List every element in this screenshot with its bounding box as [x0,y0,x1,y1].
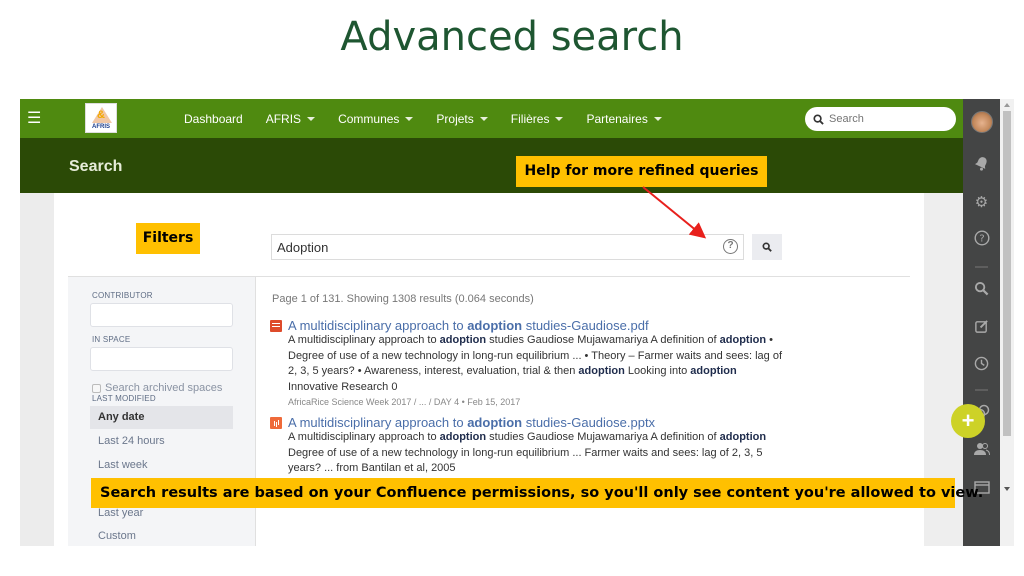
result-breadcrumb[interactable]: AfricaRice Science Week 2017 / ... / DAY… [288,397,792,407]
notification-icon[interactable] [963,156,1000,175]
in-space-input[interactable] [90,347,233,371]
people-icon[interactable] [963,442,1000,460]
create-fab-button[interactable]: + [951,404,985,438]
page-title: Search [69,158,123,175]
search-query-input[interactable] [272,239,712,255]
search-icon [762,242,772,252]
search-icon[interactable] [963,281,1000,300]
search-archived-spaces[interactable]: Search archived spaces [92,382,222,394]
avatar[interactable] [971,111,993,133]
nav-afris[interactable]: AFRIS [265,111,316,126]
date-option-custom[interactable]: Custom [90,525,233,546]
right-sidebar: ⚙ ? [963,99,1000,546]
chevron-down-icon [653,116,662,121]
scroll-up-arrow[interactable] [1004,103,1010,107]
search-submit-button[interactable] [752,234,782,260]
result-title-text: A multidisciplinary approach to adoption… [288,415,656,430]
pdf-file-icon [270,319,282,332]
result-title-link[interactable]: A multidisciplinary approach to adoption… [270,415,792,430]
results-list: A multidisciplinary approach to adoption… [270,318,792,489]
scroll-down-arrow[interactable] [1004,487,1010,491]
pptx-file-icon [270,416,282,429]
question-circle-icon[interactable]: ? [723,239,738,254]
nav-dashboard[interactable]: Dashboard [184,112,243,126]
in-space-label: IN SPACE [92,335,131,344]
result-title-link[interactable]: A multidisciplinary approach to adoption… [270,318,792,333]
recent-icon[interactable] [963,356,1000,375]
logo-ampersand: & [97,109,105,121]
search-query-field[interactable]: ? [271,234,744,260]
search-results: Page 1 of 131. Showing 1308 results (0.0… [270,293,792,497]
slide-title: Advanced search [340,14,684,60]
last-modified-label: LAST MODIFIED [92,394,156,403]
nav-dashboard-label: Dashboard [184,111,243,126]
contributor-label: CONTRIBUTOR [92,291,153,300]
contributor-input[interactable] [90,303,233,327]
chevron-down-icon [479,116,488,121]
global-search[interactable] [805,107,956,131]
nav-filieres-label: Filières [510,111,550,126]
result-snippet: A multidisciplinary approach to adoption… [288,334,783,393]
global-search-input[interactable] [829,113,949,125]
result-snippet: A multidisciplinary approach to adoption… [288,431,767,474]
settings-icon[interactable]: ⚙ [963,193,1000,211]
page-scrollbar[interactable] [1000,99,1014,546]
chevron-down-icon [307,116,316,121]
help-callout: Help for more refined queries [516,156,767,187]
svg-text:?: ? [979,234,984,245]
help-icon[interactable]: ? [963,230,1000,250]
date-option-24h[interactable]: Last 24 hours [90,430,233,453]
nav-filieres[interactable]: Filières [511,112,564,126]
nav-partenaires[interactable]: Partenaires [586,111,662,126]
afris-logo[interactable]: & AFRIS [85,103,117,133]
nav-communes[interactable]: Communes [338,111,414,126]
archived-checkbox[interactable] [92,383,101,393]
scroll-thumb[interactable] [1003,111,1011,436]
filters-callout: Filters [136,223,200,254]
date-option-any[interactable]: Any date [90,406,233,429]
nav-projets[interactable]: Projets [436,111,488,126]
result-title-text: A multidisciplinary approach to adoption… [288,318,649,333]
hamburger-icon[interactable]: ☰ [27,108,41,128]
create-icon[interactable] [963,319,1000,338]
date-option-week[interactable]: Last week [90,454,233,477]
top-navigation-bar: ☰ & AFRIS Dashboard AFRIS Communes Proje… [20,99,963,138]
search-icon [813,113,824,125]
nav-menu: Dashboard AFRIS Communes Projets Filière… [184,99,662,138]
chevron-down-icon [405,116,414,121]
logo-text: AFRIS [92,124,110,130]
nav-communes-label: Communes [338,111,400,126]
permissions-callout: Search results are based on your Conflue… [91,478,983,508]
rail-separator [975,266,988,268]
page-header: Search [20,138,963,193]
nav-projets-label: Projets [436,111,474,126]
results-summary: Page 1 of 131. Showing 1308 results (0.0… [272,293,534,305]
archived-label: Search archived spaces [105,382,223,394]
search-result: A multidisciplinary approach to adoption… [270,318,792,407]
rail-separator [975,389,988,391]
chevron-down-icon [555,116,564,121]
nav-partenaires-label: Partenaires [586,111,648,126]
nav-afris-label: AFRIS [265,111,302,126]
